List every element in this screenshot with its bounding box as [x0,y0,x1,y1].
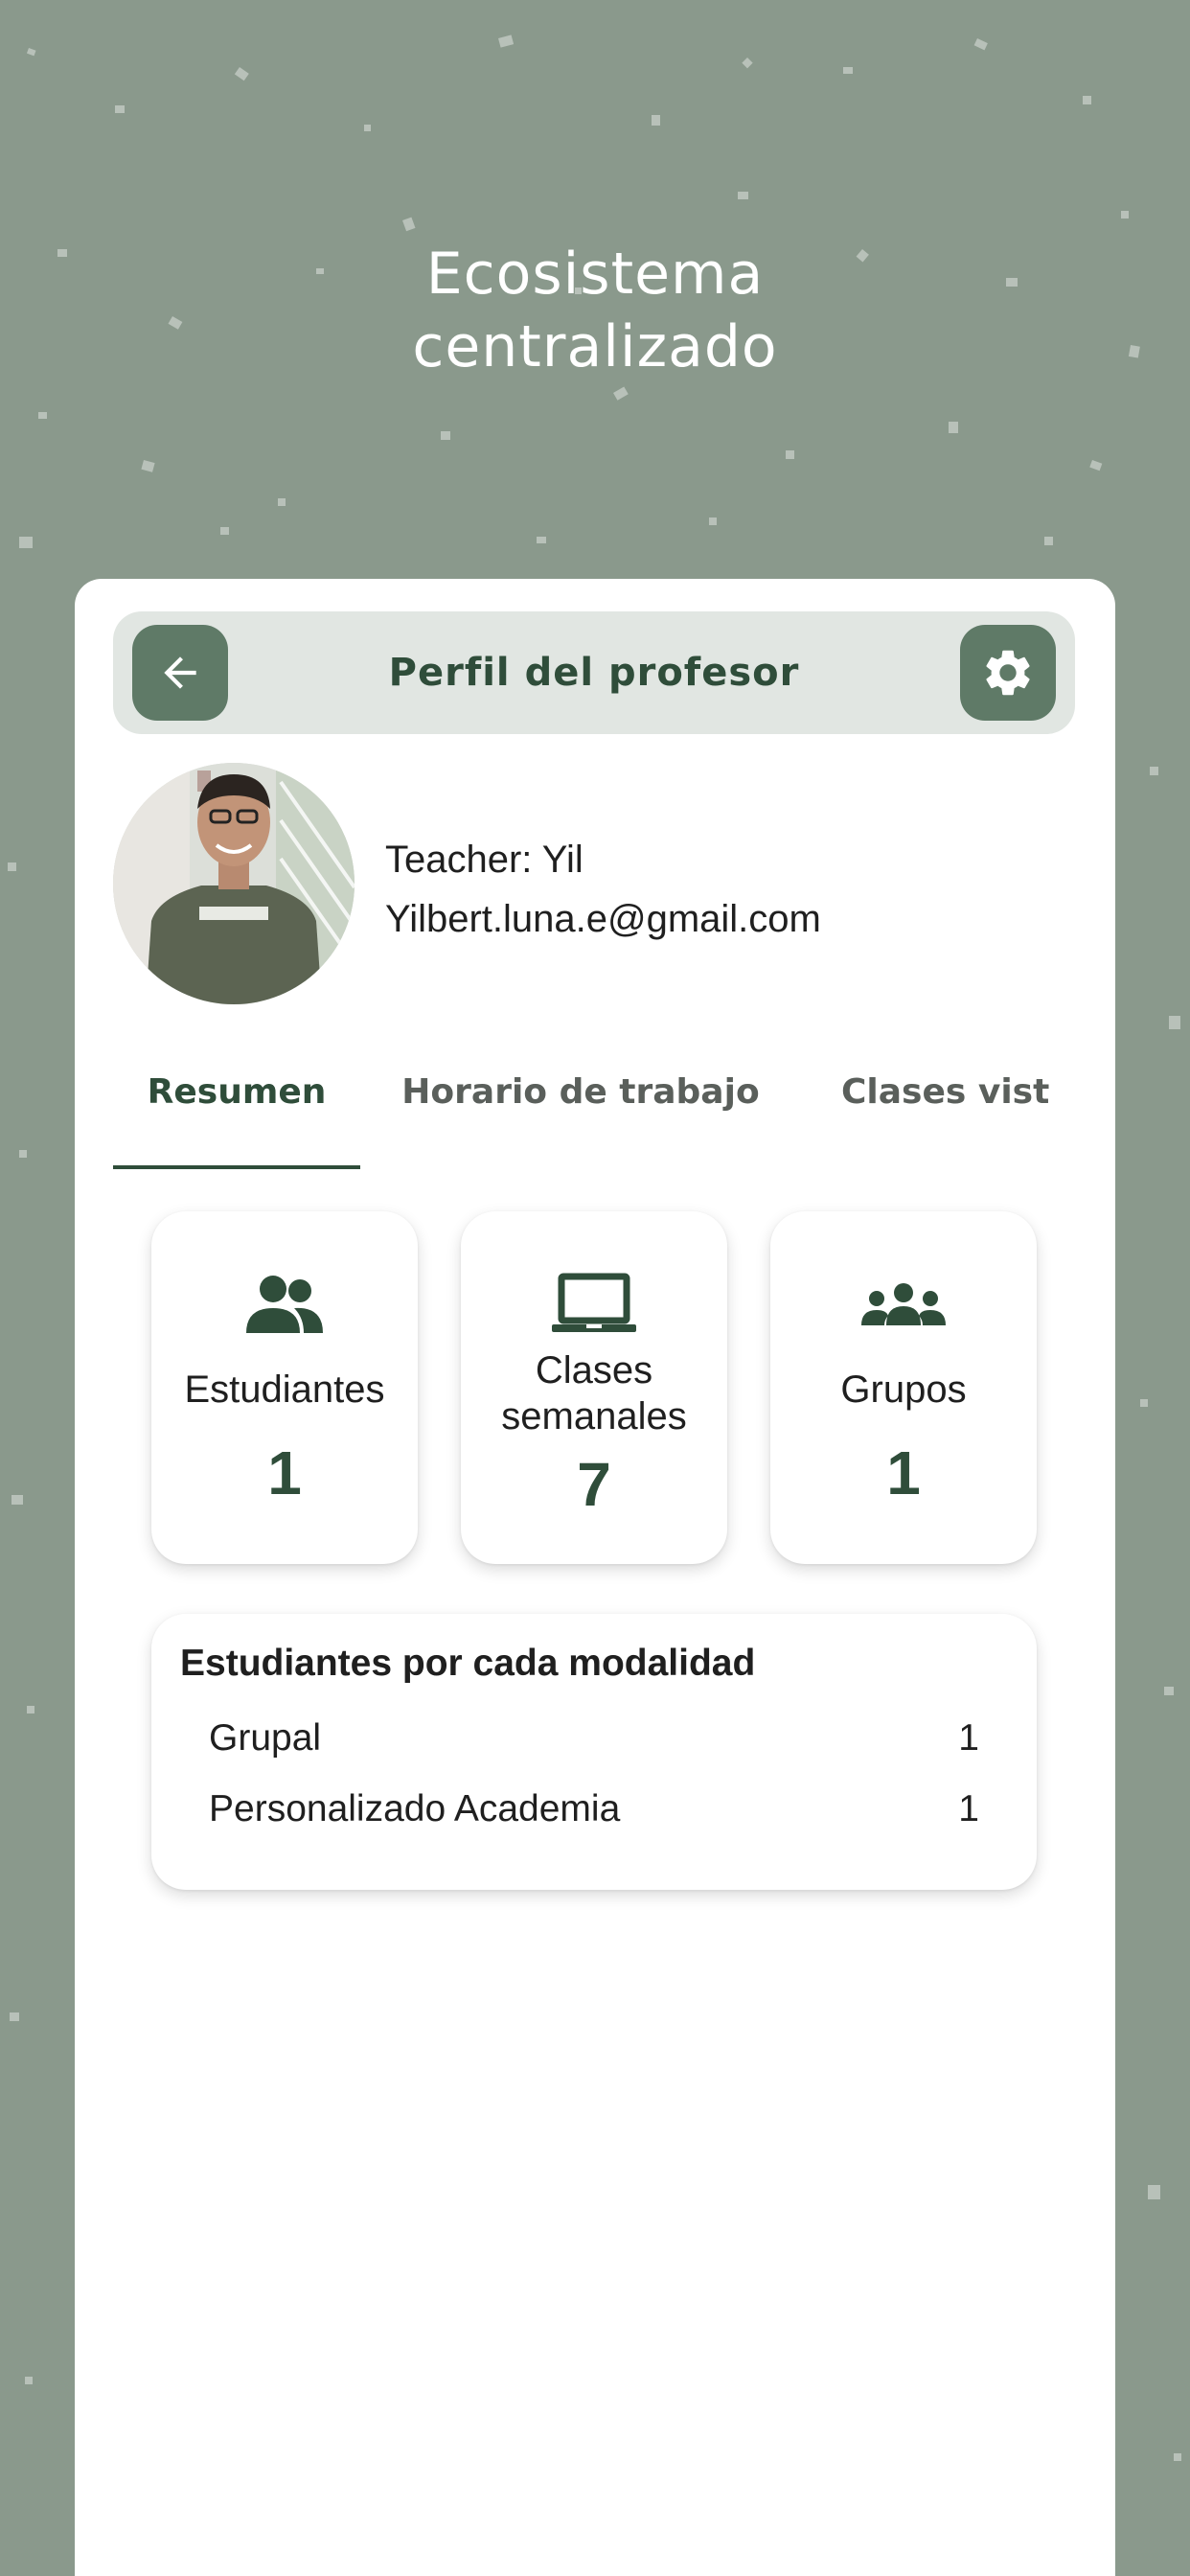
stat-label: Estudiantes [184,1368,385,1411]
tab-clases-vistas[interactable]: Clases vist [841,1039,1075,1165]
stat-value: 1 [886,1438,921,1507]
profile-info: Teacher: Yil Yilbert.luna.e@gmail.com [385,830,821,949]
students-icon [246,1276,323,1333]
modality-count: 1 [958,1717,979,1759]
tab-resumen[interactable]: Resumen [113,1039,360,1169]
back-button[interactable] [132,625,228,721]
hero-title: Ecosistema centralizado [0,238,1190,383]
gear-icon [986,650,1030,696]
header-bar: Perfil del profesor [113,611,1075,734]
modality-name: Grupal [209,1717,322,1759]
modality-row: Personalizado Academia 1 [209,1788,979,1836]
modality-card: Estudiantes por cada modalidad Grupal 1 … [151,1614,1037,1890]
settings-button[interactable] [960,625,1056,721]
page-title: Perfil del profesor [388,651,800,695]
modality-row: Grupal 1 [209,1717,979,1765]
stat-card-students: Estudiantes 1 [151,1211,418,1564]
teacher-email: Yilbert.luna.e@gmail.com [385,898,821,940]
profile-card: Perfil del profesor Teacher: Yil Yilbert… [75,579,1115,2576]
teacher-name: Teacher: Yil [385,839,584,881]
groups-icon [861,1283,946,1325]
stat-value: 7 [577,1450,611,1519]
teacher-photo [113,763,355,1004]
modality-count: 1 [958,1788,979,1829]
tab-horario-de-trabajo[interactable]: Horario de trabajo [383,1039,778,1165]
stat-value: 1 [267,1438,302,1507]
arrow-left-icon [164,656,196,689]
hero-title-line-2: centralizado [412,313,778,380]
hero-title-line-1: Ecosistema [425,241,765,308]
avatar [113,763,355,1004]
stat-card-groups: Grupos 1 [770,1211,1037,1564]
modality-title: Estudiantes por cada modalidad [180,1643,756,1684]
stat-label: Grupos [840,1368,967,1411]
modality-name: Personalizado Academia [209,1788,621,1829]
tab-bar: Resumen Horario de trabajo Clases vist [113,1039,1075,1169]
stat-card-weekly-classes: Clases semanales 7 [461,1211,727,1564]
laptop-icon [552,1273,636,1332]
stat-label: Clases semanales [501,1349,687,1438]
